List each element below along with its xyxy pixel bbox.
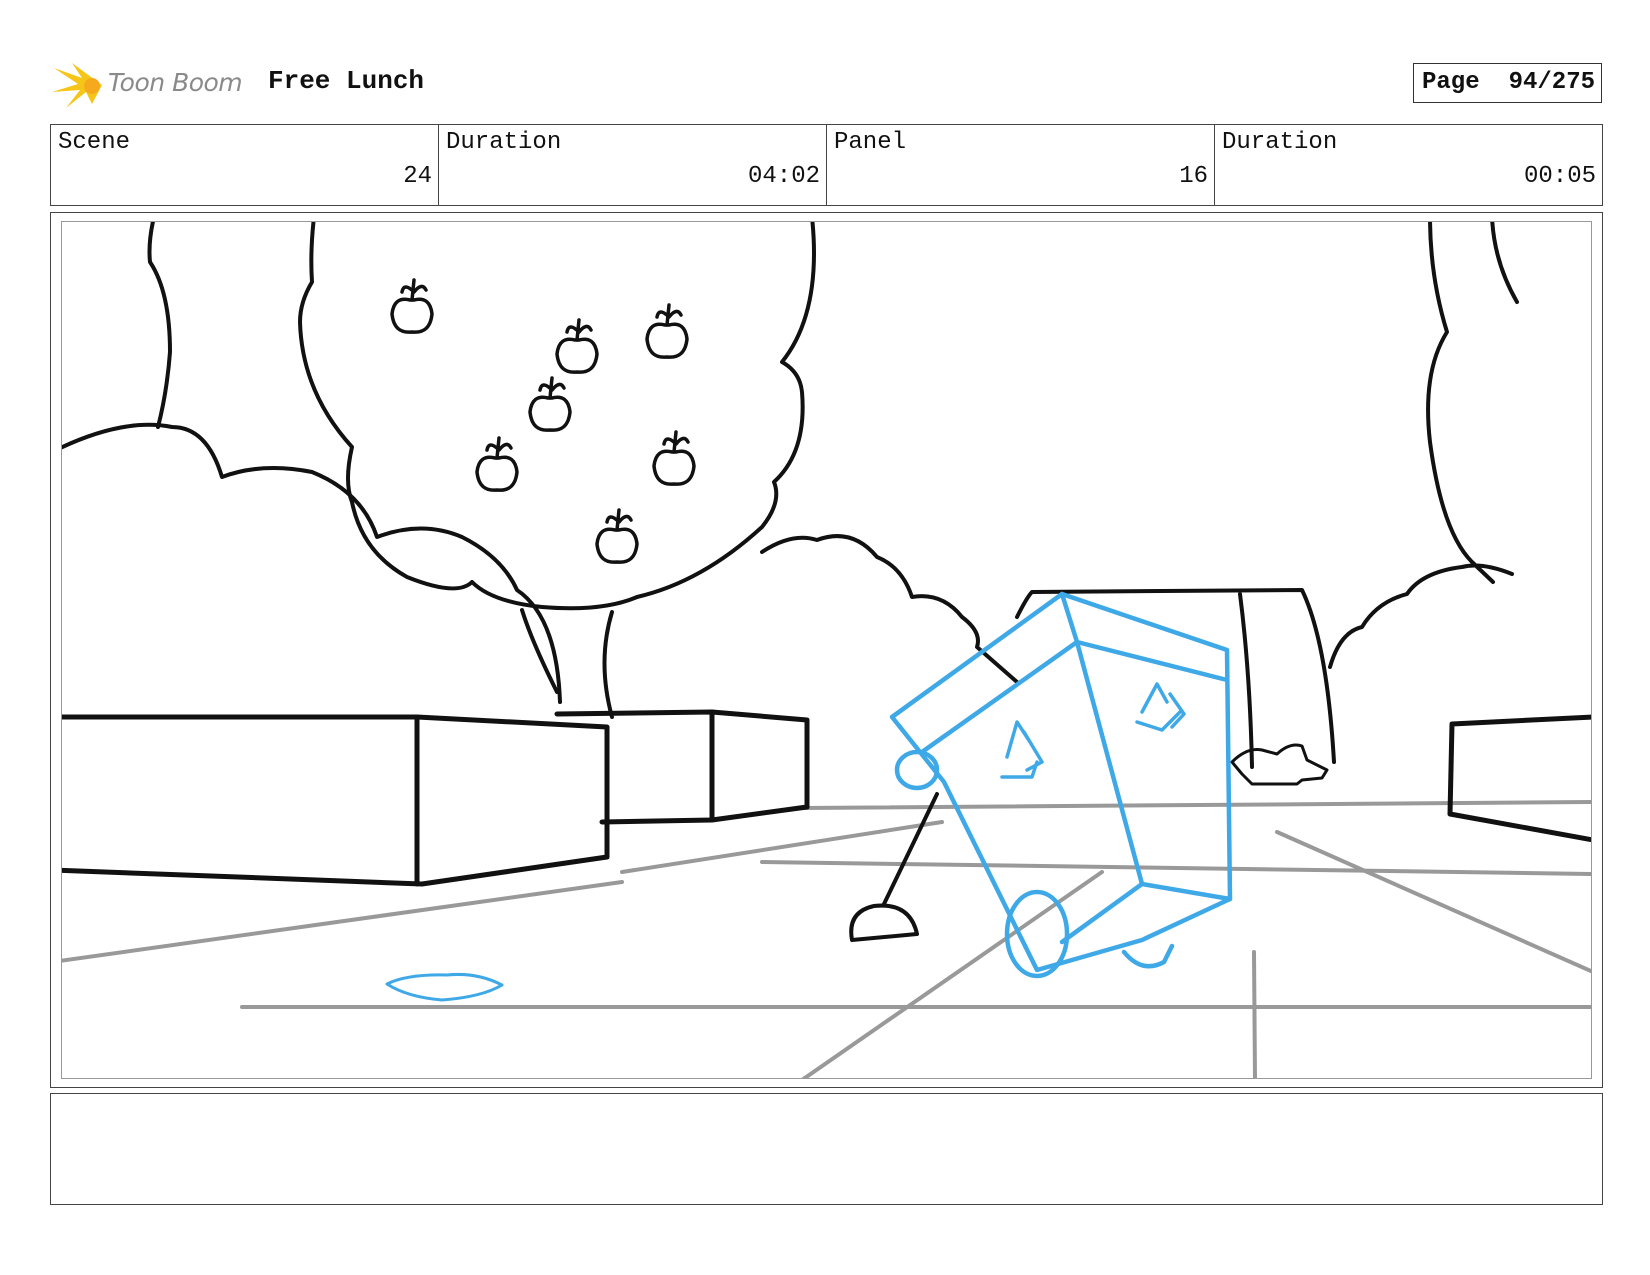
panel-label: Panel — [834, 129, 907, 156]
character-foot — [849, 903, 919, 942]
character-leg — [882, 792, 939, 906]
right-planter — [1447, 714, 1591, 843]
planter-boxes — [62, 709, 810, 887]
panel-notes — [50, 1093, 1603, 1205]
right-tree — [1426, 222, 1519, 584]
recycle-bin-character — [889, 591, 1233, 979]
scene-cell: Scene 24 — [51, 125, 439, 205]
panel-duration-value: 00:05 — [1523, 163, 1596, 190]
page-indicator: Page 94/275 — [1413, 63, 1602, 103]
page-value: 94/275 — [1508, 69, 1595, 96]
panel-duration-cell: Duration 00:05 — [1215, 125, 1602, 205]
panel-value: 16 — [1179, 163, 1208, 190]
sketch-drawing — [62, 222, 1591, 1078]
toon-boom-logo: Toon Boom — [52, 56, 252, 114]
apple-tree-trunk — [520, 608, 614, 719]
ground-lines — [62, 800, 1591, 1078]
panel-cell: Panel 16 — [827, 125, 1215, 205]
scene-duration-value: 04:02 — [747, 163, 820, 190]
left-tree — [147, 222, 172, 429]
starburst-icon — [52, 63, 102, 108]
page-label: Page — [1422, 69, 1480, 96]
left-bush — [62, 422, 562, 704]
puddle — [385, 973, 504, 1002]
project-title: Free Lunch — [268, 66, 425, 96]
panel-frame — [61, 221, 1592, 1079]
trash-pile — [1230, 743, 1329, 786]
far-building — [1015, 588, 1336, 769]
apple-tree-canopy — [298, 222, 816, 611]
right-bush — [1328, 563, 1514, 669]
panel-duration-label: Duration — [1222, 129, 1338, 156]
scene-duration-cell: Duration 04:02 — [439, 125, 827, 205]
logo-text: Toon Boom — [108, 68, 243, 97]
scene-value: 24 — [403, 163, 432, 190]
scene-label: Scene — [58, 129, 131, 156]
scene-duration-label: Duration — [446, 129, 562, 156]
apples — [390, 278, 696, 564]
center-bush — [760, 534, 1019, 684]
info-bar: Scene 24 Duration 04:02 Panel 16 Duratio… — [50, 124, 1603, 206]
storyboard-panel — [50, 212, 1603, 1088]
